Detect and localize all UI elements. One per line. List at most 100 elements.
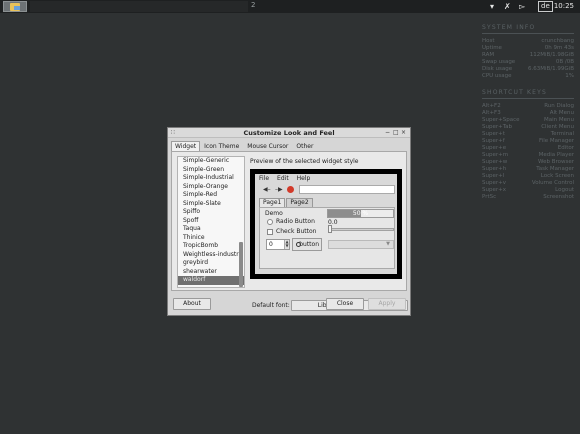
preview-radio-button[interactable] <box>267 219 273 225</box>
top-panel: 2 ▾ ✗ ▻ de 10:25 <box>0 0 580 13</box>
theme-list[interactable]: Simple-Generic Simple-Green Simple-Industr… <box>177 156 245 288</box>
tab-mouse-cursor[interactable]: Mouse Cursor <box>243 141 292 151</box>
info-value: File Manager <box>538 138 574 144</box>
preview-progress-bar: 50 % <box>327 209 394 218</box>
preview-check-label: Check Button <box>276 228 317 235</box>
volume-icon[interactable]: ▻ <box>519 1 525 12</box>
maximize-icon[interactable]: □ <box>393 129 399 136</box>
clock: 10:25 <box>553 2 574 10</box>
info-value: Volume Control <box>531 180 574 186</box>
preview-combo-box[interactable]: ▼ <box>328 240 394 249</box>
default-font-label: Default font: <box>252 302 290 309</box>
info-row: Super+Space Main Menu <box>482 117 574 124</box>
spin-arrows-icon[interactable]: ▲ ▼ <box>284 240 289 249</box>
theme-list-item[interactable]: greybird <box>178 259 244 268</box>
customize-look-and-feel-dialog: ∷ Customize Look and Feel − □ × Widget I… <box>167 127 411 316</box>
info-value: Editor <box>557 145 574 151</box>
theme-list-item[interactable]: waldorf <box>178 276 244 285</box>
preview-menu-edit[interactable]: Edit <box>273 174 293 184</box>
preview-menu-help[interactable]: Help <box>293 174 315 184</box>
tab-other[interactable]: Other <box>292 141 317 151</box>
chevron-down-icon: ▼ <box>386 241 390 247</box>
preview-spin-button[interactable]: 0 ▲ ▼ <box>266 239 290 250</box>
info-label: Disk usage <box>482 66 513 72</box>
theme-list-item[interactable]: TropicBomb <box>178 242 244 251</box>
preview-scale-trough[interactable] <box>328 228 394 231</box>
apply-button[interactable]: Apply <box>368 298 406 310</box>
tab-icon-theme[interactable]: Icon Theme <box>200 141 243 151</box>
info-value: Logout <box>555 187 574 193</box>
info-value: 0B /0B <box>555 59 574 65</box>
search-icon <box>296 242 301 247</box>
info-row: CPU usage 1% <box>482 73 574 80</box>
info-row: Uptime 0h 9m 43s <box>482 45 574 52</box>
info-row: Host crunchbang <box>482 38 574 45</box>
theme-list-item[interactable]: Simple-Orange <box>178 183 244 192</box>
theme-list-item[interactable]: shearwater <box>178 268 244 277</box>
tab-widget[interactable]: Widget <box>171 141 201 151</box>
preview-window: File Edit Help ◀– –▶ Page1 Page2 Demo Ra… <box>255 174 397 274</box>
theme-list-item[interactable]: Simple-Slate <box>178 200 244 209</box>
divider <box>482 33 574 34</box>
preview-button[interactable]: button <box>292 238 322 251</box>
wifi-icon[interactable]: ▾ <box>490 1 494 12</box>
info-label: Super+v <box>482 180 506 186</box>
info-value: Terminal <box>550 131 574 137</box>
titlebar[interactable]: ∷ Customize Look and Feel − □ × <box>168 128 410 138</box>
preview-menu-file[interactable]: File <box>255 174 273 184</box>
info-label: Super+Space <box>482 117 520 123</box>
stop-icon[interactable] <box>287 186 294 193</box>
forward-arrow-icon[interactable]: –▶ <box>275 186 283 193</box>
info-row: Super+f File Manager <box>482 138 574 145</box>
preview-scale-slider[interactable] <box>328 225 332 233</box>
preview-check-button[interactable] <box>267 229 273 235</box>
info-value: Media Player <box>538 152 574 158</box>
workspace-indicator[interactable]: 2 <box>251 1 255 9</box>
minimize-icon[interactable]: − <box>385 129 390 136</box>
info-label: Super+h <box>482 166 507 172</box>
theme-list-item[interactable]: Thinice <box>178 234 244 243</box>
info-row: Alt+F2 Run Dialog <box>482 103 574 110</box>
preview-frame-label: Demo <box>265 210 283 217</box>
info-row: Alt+F3 Alt Menu <box>482 110 574 117</box>
info-label: Super+f <box>482 138 505 144</box>
info-row: PrtSc Screenshot <box>482 194 574 201</box>
info-row: Super+m Media Player <box>482 152 574 159</box>
theme-list-item[interactable]: Simple-Industrial <box>178 174 244 183</box>
keyboard-layout-indicator[interactable]: de <box>538 1 553 12</box>
list-scrollbar[interactable] <box>239 242 243 287</box>
progress-text: 50 % <box>352 210 369 217</box>
shortcut-keys-title: SHORTCUT KEYS <box>482 89 548 96</box>
info-row: RAM 112MiB/1.98GiB <box>482 52 574 59</box>
window-title: Customize Look and Feel <box>243 129 335 137</box>
theme-list-item[interactable]: Spiffo <box>178 208 244 217</box>
theme-list-item[interactable]: Simple-Red <box>178 191 244 200</box>
info-label: Uptime <box>482 45 502 51</box>
about-button[interactable]: About <box>173 298 211 310</box>
theme-list-item[interactable]: Weightless-industry <box>178 251 244 260</box>
network-disconnected-icon[interactable]: ✗ <box>504 1 511 12</box>
info-value: 6.63MiB/1.99GiB <box>528 66 574 72</box>
back-arrow-icon[interactable]: ◀– <box>263 186 271 193</box>
close-icon[interactable]: × <box>401 129 406 136</box>
file-manager-launcher[interactable] <box>3 1 27 12</box>
info-value: 0h 9m 43s <box>544 45 574 51</box>
theme-list-item[interactable]: Spoff <box>178 217 244 226</box>
taskbar[interactable] <box>30 1 248 12</box>
close-button[interactable]: Close <box>326 298 364 310</box>
info-row: Swap usage 0B /0B <box>482 59 574 66</box>
theme-list-item[interactable]: Simple-Green <box>178 166 244 175</box>
info-value: Lock Screen <box>540 173 574 179</box>
info-label: Super+m <box>482 152 509 158</box>
theme-list-item[interactable]: Simple-Generic <box>178 157 244 166</box>
preview-notebook-body: Demo Radio Button Check Button 0 ▲ ▼ butt… <box>259 207 395 269</box>
info-row: Super+e Editor <box>482 145 574 152</box>
preview-button-label: button <box>299 241 319 248</box>
tab-bar: Widget Icon Theme Mouse Cursor Other <box>171 141 317 151</box>
conky-system-info: SYSTEM INFO Host crunchbang Uptime 0h 9m 43… <box>482 24 574 80</box>
preview-text-entry[interactable] <box>299 185 395 194</box>
info-row: Super+Tab Client Menu <box>482 124 574 131</box>
info-value: 112MiB/1.98GiB <box>529 52 574 58</box>
theme-list-item[interactable]: Taqua <box>178 225 244 234</box>
info-label: Super+t <box>482 131 505 137</box>
